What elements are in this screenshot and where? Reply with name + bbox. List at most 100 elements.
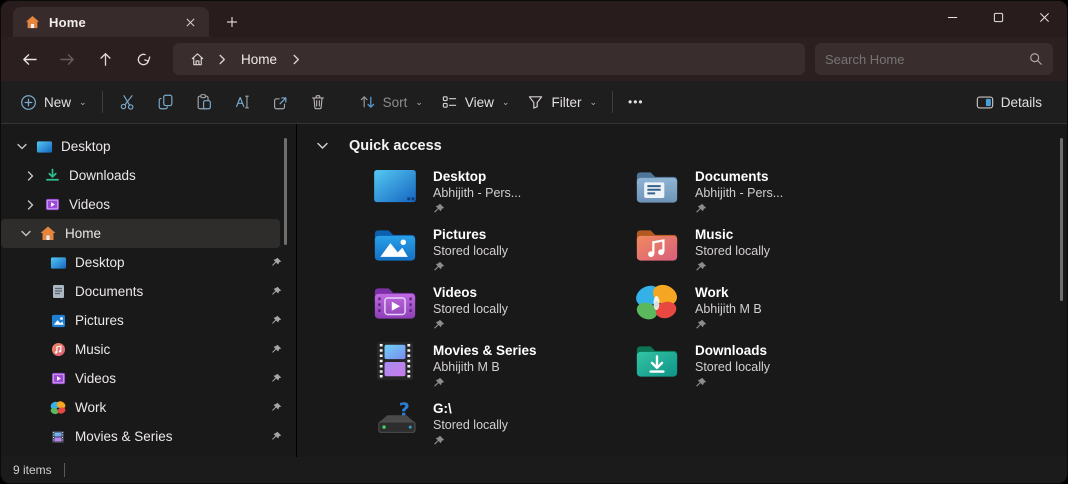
search-icon[interactable] <box>1029 52 1043 66</box>
back-button[interactable] <box>11 42 47 76</box>
documents-icon <box>49 283 67 301</box>
quick-access-item-videos[interactable]: Videos Stored locally <box>372 282 634 340</box>
cut-button[interactable] <box>109 86 147 118</box>
pin-icon <box>433 261 508 273</box>
pin-icon <box>433 377 537 389</box>
pin-icon <box>268 373 282 384</box>
quick-access-item-music[interactable]: Music Stored locally <box>634 224 896 282</box>
quick-access-item-work[interactable]: Work Abhijith M B <box>634 282 896 340</box>
sidebar-item-desktop-pinned[interactable]: Desktop <box>1 248 296 277</box>
details-button-label: Details <box>1001 95 1042 110</box>
chevron-down-icon: ⌄ <box>589 97 597 108</box>
sidebar-item-music-pinned[interactable]: Music <box>1 335 296 364</box>
work-butterfly-icon <box>49 399 67 417</box>
tab-close-button[interactable] <box>179 11 201 33</box>
pictures-folder-icon <box>372 224 418 266</box>
sidebar-item-movies-series-pinned[interactable]: Movies & Series <box>1 422 296 451</box>
quick-access-item-desktop[interactable]: Desktop Abhijith - Pers... <box>372 166 634 224</box>
sidebar-item-work-pinned[interactable]: Work <box>1 393 296 422</box>
new-button-label: New <box>44 95 71 110</box>
quick-access-header[interactable]: Quick access <box>315 138 1067 154</box>
sidebar-item-home[interactable]: Home <box>1 219 280 248</box>
pin-icon <box>695 377 770 389</box>
tab-title: Home <box>49 15 170 30</box>
pin-icon <box>433 319 508 331</box>
up-button[interactable] <box>87 42 123 76</box>
sidebar-item-downloads[interactable]: Downloads <box>1 161 296 190</box>
view-button[interactable]: View ⌄ <box>432 86 519 118</box>
sidebar-item-videos[interactable]: Videos <box>1 190 296 219</box>
sidebar-item-documents-pinned[interactable]: Documents <box>1 277 296 306</box>
videos-folder-icon <box>372 282 418 324</box>
filter-button-label: Filter <box>551 95 581 110</box>
home-icon <box>39 225 57 243</box>
pin-icon <box>433 435 508 447</box>
breadcrumb-home-icon[interactable] <box>183 42 211 76</box>
breadcrumb-segment-home[interactable]: Home <box>233 52 285 67</box>
toolbar-divider <box>612 91 613 113</box>
search-box[interactable] <box>815 43 1053 75</box>
breadcrumb-chevron-icon <box>215 54 229 65</box>
breadcrumb-chevron-icon[interactable] <box>289 54 303 65</box>
share-button[interactable] <box>261 86 299 118</box>
navigation-pane: Desktop Downloads Videos Home <box>1 124 297 457</box>
quick-access-item-documents[interactable]: Documents Abhijith - Pers... <box>634 166 896 224</box>
minimize-button[interactable] <box>929 1 975 33</box>
film-strip-icon <box>372 340 418 382</box>
content-scrollbar[interactable] <box>1060 138 1063 301</box>
items-count: 9 items <box>13 463 52 477</box>
pin-icon <box>433 203 521 215</box>
navigation-bar: Home <box>1 37 1067 81</box>
sort-button[interactable]: Sort ⌄ <box>350 86 432 118</box>
address-bar[interactable]: Home <box>173 43 805 75</box>
section-title: Quick access <box>349 138 442 154</box>
chevron-down-icon[interactable] <box>19 230 33 237</box>
film-strip-icon <box>49 428 67 446</box>
chevron-down-icon[interactable] <box>15 143 29 150</box>
view-button-label: View <box>465 95 494 110</box>
more-options-button[interactable]: ••• <box>619 86 653 118</box>
pin-icon <box>695 203 783 215</box>
sidebar-item-videos-pinned[interactable]: Videos <box>1 364 296 393</box>
quick-access-item-movies-series[interactable]: Movies & Series Abhijith M B <box>372 340 634 398</box>
rename-button[interactable] <box>223 86 261 118</box>
sidebar-item-downloads-pinned[interactable]: Downloads <box>1 451 296 457</box>
chevron-right-icon[interactable] <box>23 171 37 181</box>
chevron-down-icon: ⌄ <box>502 97 510 108</box>
refresh-button[interactable] <box>125 42 161 76</box>
maximize-button[interactable] <box>975 1 1021 33</box>
delete-button[interactable] <box>299 86 337 118</box>
documents-folder-icon <box>634 166 680 208</box>
disk-drive-icon: ? <box>372 398 418 440</box>
paste-button[interactable] <box>185 86 223 118</box>
chevron-right-icon[interactable] <box>23 200 37 210</box>
search-input[interactable] <box>825 52 1029 67</box>
music-folder-icon <box>634 224 680 266</box>
quick-access-item-pictures[interactable]: Pictures Stored locally <box>372 224 634 282</box>
quick-access-item-g-drive[interactable]: ? G:\ Stored locally <box>372 398 634 456</box>
pin-icon <box>268 431 282 442</box>
tab-home[interactable]: Home <box>13 7 209 37</box>
pin-icon <box>695 261 770 273</box>
pin-icon <box>695 319 762 331</box>
chevron-down-icon: ⌄ <box>79 97 87 108</box>
sidebar-scrollbar[interactable] <box>284 138 287 245</box>
chevron-down-icon: ⌄ <box>415 97 423 108</box>
sidebar-item-desktop[interactable]: Desktop <box>1 132 296 161</box>
downloads-icon <box>43 167 61 185</box>
copy-button[interactable] <box>147 86 185 118</box>
sort-button-label: Sort <box>383 95 408 110</box>
window-controls <box>929 1 1067 33</box>
close-button[interactable] <box>1021 1 1067 33</box>
new-button[interactable]: New ⌄ <box>11 86 96 118</box>
details-button[interactable]: Details <box>967 86 1051 118</box>
chevron-down-icon[interactable] <box>315 142 329 150</box>
videos-icon <box>49 370 67 388</box>
new-tab-button[interactable] <box>217 9 247 35</box>
filter-button[interactable]: Filter ⌄ <box>518 86 606 118</box>
sidebar-item-pictures-pinned[interactable]: Pictures <box>1 306 296 335</box>
forward-button[interactable] <box>49 42 85 76</box>
music-icon <box>49 341 67 359</box>
tab-strip: Home <box>1 7 247 37</box>
quick-access-item-downloads[interactable]: Downloads Stored locally <box>634 340 896 398</box>
